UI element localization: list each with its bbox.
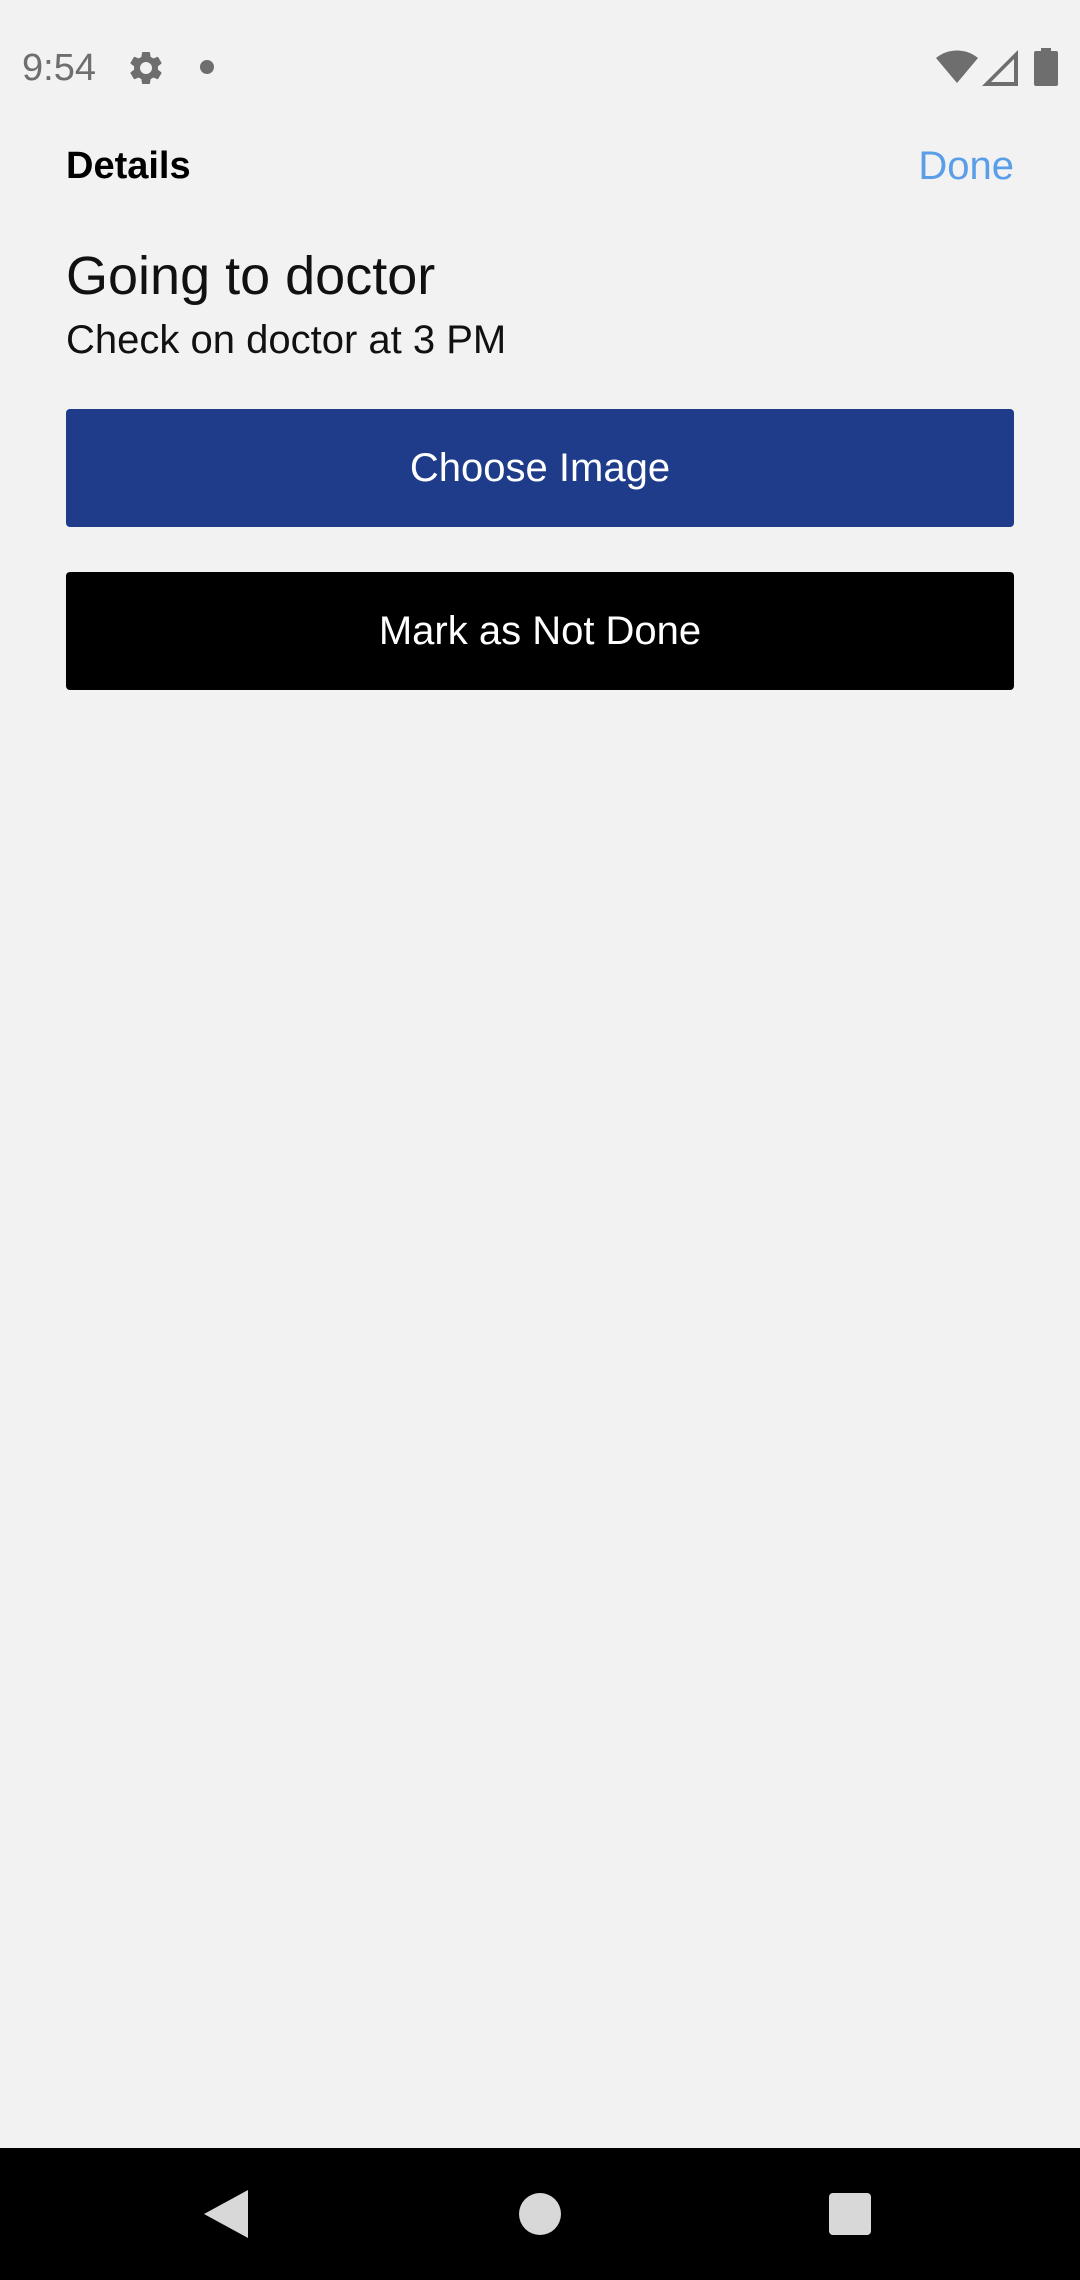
back-icon[interactable] [204,2190,248,2238]
home-icon[interactable] [519,2193,561,2235]
wifi-icon [936,50,978,83]
status-time: 9:54 [22,47,96,89]
recents-icon[interactable] [829,2193,871,2235]
header: Details Done [0,132,1080,200]
done-button[interactable]: Done [918,142,1014,190]
details-screen: 9:54 Details Done Going to doctor Check … [0,0,1080,2280]
task-title: Going to doctor [66,246,436,306]
system-nav-bar [0,2148,1080,2280]
task-description: Check on doctor at 3 PM [66,318,507,362]
mark-not-done-button[interactable]: Mark as Not Done [66,572,1014,690]
choose-image-button[interactable]: Choose Image [66,409,1014,527]
status-bar: 9:54 [0,0,1080,132]
battery-icon [1034,48,1058,86]
notification-dot-icon [200,60,214,74]
cell-signal-icon [982,50,1018,86]
gear-icon [130,51,162,84]
page-title: Details [66,145,191,187]
